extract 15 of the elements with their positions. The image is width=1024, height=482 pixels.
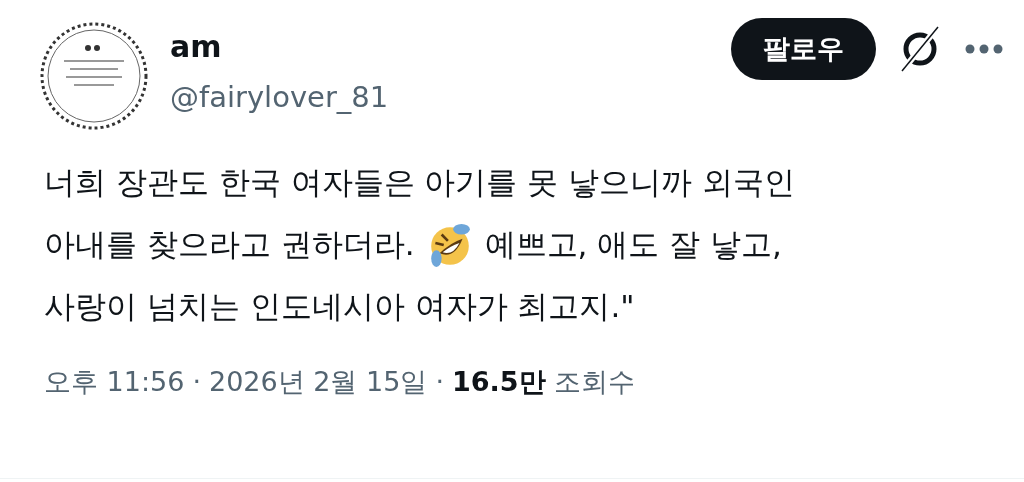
separator: ·	[435, 366, 444, 397]
display-name[interactable]: am	[170, 30, 709, 64]
more-icon[interactable]	[964, 43, 1004, 55]
post-time: 오후 11:56	[44, 365, 185, 399]
slashed-circle-icon[interactable]	[898, 25, 942, 73]
user-handle[interactable]: @fairylover_81	[170, 80, 709, 114]
view-count: 16.5만	[452, 365, 546, 399]
follow-button[interactable]: 팔로우	[731, 18, 876, 80]
views-label: 조회수	[553, 365, 635, 399]
post-date: 2026년 2월 15일	[209, 365, 428, 399]
tweet-text: 사랑이 넘치는 인도네시아 여자가 최고지."	[44, 287, 635, 326]
separator: ·	[192, 366, 201, 397]
tweet-text: 너희 장관도 한국 여자들은 아기를 못 낳으니까 외국인	[44, 163, 795, 202]
tweet-text: 예쁘고, 애도 잘 낳고,	[484, 225, 782, 264]
tweet-text: 아내를 찾으라고 권하더라.	[44, 225, 415, 264]
